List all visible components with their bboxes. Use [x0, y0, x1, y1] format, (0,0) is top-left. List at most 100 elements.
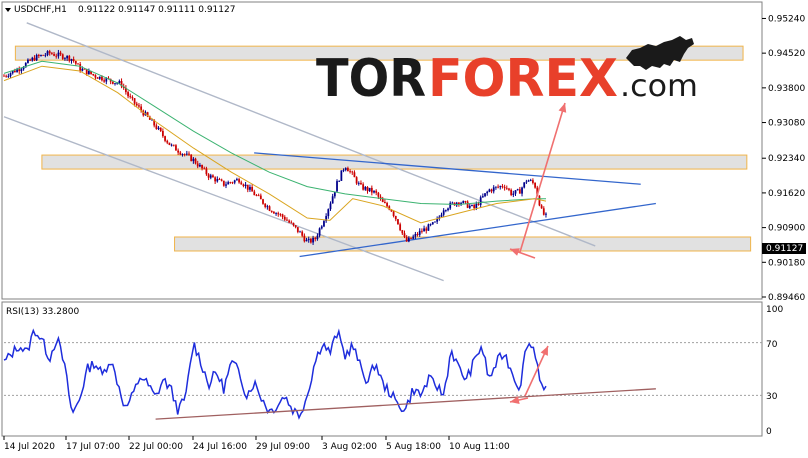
candle-body	[329, 203, 332, 210]
candle-body	[53, 54, 55, 56]
candle-body	[349, 171, 351, 173]
candle-body	[131, 97, 134, 99]
candle-body	[375, 190, 378, 193]
y-tick-label: 0.91620	[768, 189, 805, 199]
candle-body	[277, 213, 280, 215]
candle-body	[233, 180, 236, 183]
candle-body	[103, 80, 106, 82]
candle-body	[188, 153, 190, 155]
candle-body	[177, 150, 180, 153]
candle-body	[366, 187, 369, 192]
logo-tor: TOR	[316, 49, 426, 109]
candle-body	[323, 221, 325, 227]
candle-body	[27, 59, 29, 63]
candle-body	[490, 189, 493, 192]
current-price-label: 0.91127	[766, 244, 803, 254]
candle-body	[257, 195, 260, 197]
candle-body	[46, 51, 49, 55]
candle-body	[220, 179, 223, 181]
candle-body	[5, 75, 8, 77]
candle-body	[138, 105, 140, 107]
candle-body	[353, 172, 356, 178]
candle-body	[198, 164, 201, 167]
candle-body	[418, 230, 421, 235]
candle-body	[296, 227, 299, 232]
candle-body	[218, 179, 221, 180]
candle-body	[477, 203, 480, 205]
candle-body	[340, 170, 343, 181]
candle-body	[301, 231, 304, 236]
candle-body	[135, 103, 138, 106]
candle-body	[42, 54, 45, 56]
x-tick-label: 24 Jul 16:00	[193, 442, 247, 452]
candle-body	[275, 213, 277, 214]
candle-body	[540, 205, 543, 209]
candle-body	[101, 76, 103, 81]
candle-body	[222, 180, 225, 186]
candle-body	[542, 208, 545, 215]
candle-body	[486, 191, 489, 194]
candle-body	[7, 76, 10, 77]
candle-body	[523, 182, 526, 188]
candle-body	[292, 222, 295, 226]
candle-body	[338, 180, 341, 182]
candle-body	[61, 54, 64, 59]
candle-body	[92, 73, 95, 76]
candle-body	[518, 189, 521, 194]
candle-body	[440, 214, 443, 217]
chart-root: 0.95240 0.94520 0.93800 0.93080 0.92340 0.916…	[0, 0, 808, 458]
candle-body	[157, 127, 160, 129]
candle-body	[473, 204, 476, 209]
time-x-axis: 14 Jul 2020 17 Jul 07:00 22 Jul 00:00 24 Ju…	[3, 436, 510, 452]
candle-body	[13, 70, 16, 73]
candle-body	[314, 237, 317, 240]
candle-body	[57, 52, 60, 57]
candle-body	[312, 237, 314, 243]
candle-body	[59, 52, 62, 55]
rsi-label: RSI(13) 33.2800	[6, 307, 79, 317]
candle-body	[242, 184, 245, 187]
candle-body	[70, 59, 73, 61]
candle-body	[503, 186, 506, 188]
candle-body	[362, 184, 365, 190]
candle-body	[414, 234, 417, 237]
candle-body	[283, 216, 286, 220]
candle-body	[159, 127, 162, 131]
candle-body	[94, 75, 97, 78]
y-tick-label: 0.93800	[768, 84, 805, 94]
candle-body	[170, 144, 173, 146]
candle-body	[468, 205, 471, 208]
candle-body	[344, 168, 347, 170]
x-tick-label: 10 Aug 11:00	[449, 442, 510, 452]
candle-body	[307, 238, 310, 241]
candle-body	[501, 186, 504, 187]
candle-body	[342, 169, 345, 171]
candle-body	[118, 81, 121, 84]
candle-body	[225, 184, 227, 186]
candle-body	[286, 219, 288, 221]
candle-body	[98, 76, 101, 79]
candle-body	[347, 168, 349, 172]
candle-body	[479, 197, 482, 205]
candle-body	[246, 184, 249, 190]
candle-body	[66, 55, 69, 59]
candle-body	[18, 69, 21, 72]
candle-body	[133, 98, 136, 104]
candle-body	[266, 206, 269, 208]
candle-body	[434, 221, 436, 223]
candle-body	[227, 182, 230, 185]
candle-body	[495, 186, 497, 188]
candle-body	[431, 222, 434, 225]
candle-body	[155, 125, 158, 129]
candle-body	[407, 237, 410, 242]
candle-body	[397, 219, 399, 225]
candle-body	[466, 201, 469, 208]
candle-body	[35, 55, 38, 61]
logo-forex: FOREX	[428, 49, 618, 109]
candle-body	[55, 55, 58, 57]
y-tick-label: 0.89460	[768, 293, 805, 303]
rsi-level-70: 70	[766, 340, 778, 350]
candle-body	[216, 179, 219, 182]
candle-body	[81, 68, 84, 71]
candle-body	[492, 187, 495, 192]
